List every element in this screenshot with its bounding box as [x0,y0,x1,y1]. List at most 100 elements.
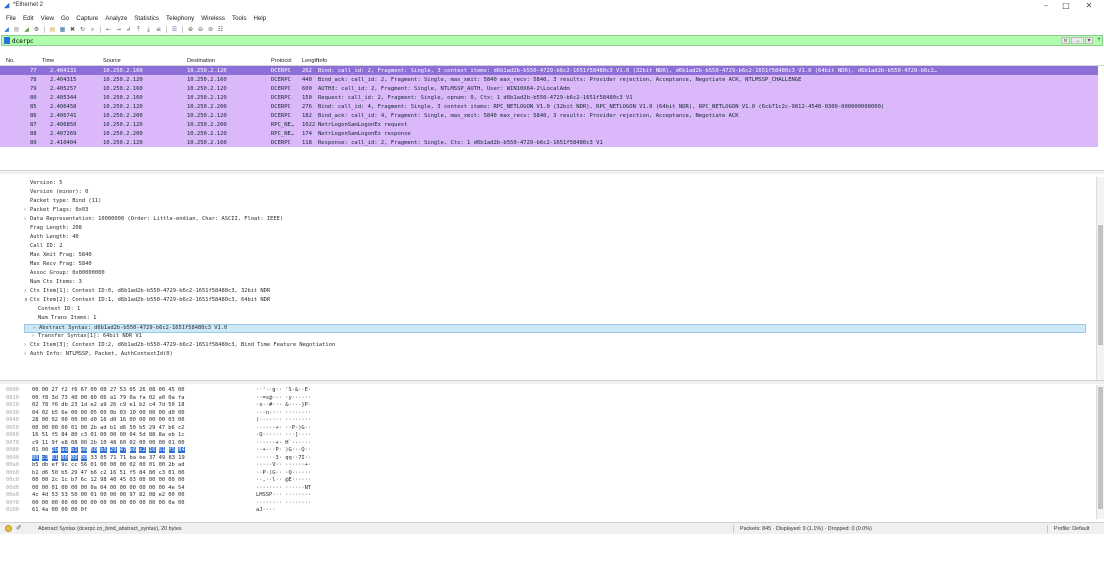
detail-line[interactable]: Packet type: Bind (11) [24,198,101,207]
expert-info-icon[interactable] [5,525,12,532]
packet-row[interactable]: 87 2.406850 10.250.2.120 10.250.2.200 RPC_NE… [0,120,1098,129]
toolbar-separator [182,25,183,33]
capture-options-icon[interactable]: ⚙ [33,26,40,33]
detail-line[interactable]: Context ID: 1 [32,306,80,315]
detail-text: Packet Flags: 0x03 [30,207,89,213]
go-forward-icon[interactable]: → [115,26,122,33]
zoom-normal-icon[interactable]: ⊜ [207,26,214,33]
menu-edit[interactable]: Edit [23,15,34,22]
clear-filter-button[interactable]: ⨯ [1061,37,1070,44]
open-file-icon[interactable]: ▤ [49,26,56,33]
minimize-button[interactable]: – [1040,1,1052,11]
menu-statistics[interactable]: Statistics [134,15,159,22]
detail-line-selected[interactable]: › Abstract Syntax: d6b1ad2b-b550-4729-b6c… [24,324,1086,333]
zoom-out-icon[interactable]: ⊖ [197,26,204,33]
pane-splitter[interactable] [0,170,1104,174]
column-header-destination[interactable]: Destination [187,58,215,64]
add-filter-button[interactable]: + [1095,37,1103,44]
column-header-no[interactable]: No. [6,58,15,64]
packet-row[interactable]: 78 2.404315 10.250.2.120 10.250.2.160 DCERPC… [0,75,1098,84]
packet-source: 10.250.2.120 [103,121,143,128]
status-bar: ✐ Abstract Syntax (dcerpc.cn_bind_abstra… [0,522,1104,534]
hex-byte: 49 [158,454,166,461]
hex-bytes: 04 02 b5 6e 00 00 05 00 0b 03 10 00 00 0… [32,409,185,416]
packet-row[interactable]: 89 2.410404 10.250.2.120 10.250.2.160 DCERPC… [0,138,1098,147]
go-first-icon[interactable]: ⤒ [135,26,142,33]
bookmark-filter-icon[interactable] [4,37,10,44]
save-file-icon[interactable]: ▦ [59,26,66,33]
menu-analyze[interactable]: Analyze [105,15,127,22]
go-last-icon[interactable]: ⤓ [145,26,152,33]
column-header-source[interactable]: Source [103,58,121,64]
go-back-icon[interactable]: ← [105,26,112,33]
packet-list-header: No. Time Source Destination Protocol Len… [0,57,1104,66]
detail-line[interactable]: › Auth Info: NTLMSSP, Packet, AuthContext… [24,351,173,360]
menu-telephony[interactable]: Telephony [166,15,194,22]
close-file-icon[interactable]: ✖ [69,26,76,33]
packet-row[interactable]: 79 2.405257 10.250.2.160 10.250.2.120 DCERPC… [0,84,1098,93]
find-packet-icon[interactable]: ⌕ [89,26,96,33]
detail-line[interactable]: › Ctx Item[3]: Context ID:2, d6b1ad2b-b55… [24,342,335,351]
title-bar: *Ethernet 2 – □ ✕ [0,0,1104,12]
ascii-bytes: ··'··g·· 'S·&··E· [256,387,312,393]
restart-capture-icon[interactable]: ◢ [23,26,30,33]
details-scrollbar-thumb[interactable] [1098,225,1103,345]
detail-line[interactable]: Frag Length: 208 [24,225,82,234]
filter-history-dropdown[interactable]: ▾ [1085,37,1093,44]
column-header-info[interactable]: Info [318,58,327,64]
column-header-length[interactable]: Length [302,58,319,64]
byte-offset: 0000 [6,387,19,393]
packet-row[interactable]: 85 2.406458 10.250.2.120 10.250.2.200 DCERPC… [0,102,1098,111]
edit-comment-icon[interactable]: ✐ [16,524,22,532]
menu-file[interactable]: File [6,15,16,22]
detail-line[interactable]: › Data Representation: 10000000 (Order: L… [24,216,283,225]
menu-help[interactable]: Help [253,15,266,22]
detail-line[interactable]: Auth Length: 40 [24,234,79,243]
pane-splitter-bytes[interactable] [0,380,1104,384]
detail-line[interactable]: Num Ctx Items: 3 [24,279,82,288]
details-scrollbar[interactable] [1096,177,1104,381]
detail-line[interactable]: Version (minor): 0 [24,189,88,198]
colorize-icon[interactable]: ☰ [171,26,178,33]
resize-columns-icon[interactable]: ☷ [217,26,224,33]
hex-byte: 29 [110,447,117,453]
menu-wireless[interactable]: Wireless [201,15,225,22]
detail-line[interactable]: Num Trans Items: 1 [32,315,96,324]
detail-line[interactable]: Call ID: 2 [24,243,62,252]
profile-status[interactable]: Profile: Default [1054,526,1089,532]
menu-capture[interactable]: Capture [76,15,98,22]
menu-tools[interactable]: Tools [232,15,246,22]
detail-line[interactable]: Max Xmit Frag: 5840 [24,252,92,261]
zoom-in-icon[interactable]: ⊕ [187,26,194,33]
go-to-packet-icon[interactable]: ↲ [125,26,132,33]
bytes-scrollbar[interactable] [1096,385,1104,519]
shark-fin-start-icon[interactable]: ◢ [3,26,10,33]
stop-capture-icon[interactable]: ■ [13,26,20,33]
detail-line[interactable]: Version: 5 [24,180,62,189]
bytes-scrollbar-thumb[interactable] [1098,387,1103,509]
packet-info: Request: call_id: 2, Fragment: Single, o… [318,94,633,101]
packet-row[interactable]: 86 2.406741 10.250.2.200 10.250.2.120 DCERPC… [0,111,1098,120]
display-filter-input[interactable] [12,37,972,45]
packet-row[interactable]: 77 2.404131 10.250.2.160 10.250.2.120 DCERPC… [0,66,1098,75]
apply-filter-button[interactable]: → [1071,37,1084,44]
detail-line[interactable]: › Transfer Syntax[1]: 64bit NDR V1 [32,333,142,342]
reload-icon[interactable]: ↻ [79,26,86,33]
menu-go[interactable]: Go [61,15,69,22]
menu-view[interactable]: View [41,15,54,22]
detail-line[interactable]: Max Recv Frag: 5840 [24,261,92,270]
packet-row[interactable]: 80 2.405344 10.250.2.160 10.250.2.120 DCERPC… [0,93,1098,102]
detail-line[interactable]: › Ctx Item[1]: Context ID:0, d6b1ad2b-b55… [24,288,270,297]
column-header-time[interactable]: Time [42,58,54,64]
packet-time: 2.404131 [50,67,77,74]
column-header-protocol[interactable]: Protocol [271,58,292,64]
packet-info: AUTH3: call_id: 2, Fragment: Single, NTL… [318,85,570,92]
close-window-button[interactable]: ✕ [1083,1,1095,11]
detail-line[interactable]: ∨ Ctx Item[2]: Context ID:1, d6b1ad2b-b55… [24,297,270,306]
detail-line[interactable]: Assoc Group: 0x00000000 [24,270,105,279]
packet-row[interactable]: 88 2.407269 10.250.2.200 10.250.2.120 RPC_NE… [0,129,1098,138]
detail-text: Data Representation: 10000000 (Order: Li… [30,216,284,222]
maximize-button[interactable]: □ [1060,1,1072,11]
detail-line[interactable]: › Packet Flags: 0x03 [24,207,88,216]
autoscroll-icon[interactable]: ≡ [155,26,162,33]
